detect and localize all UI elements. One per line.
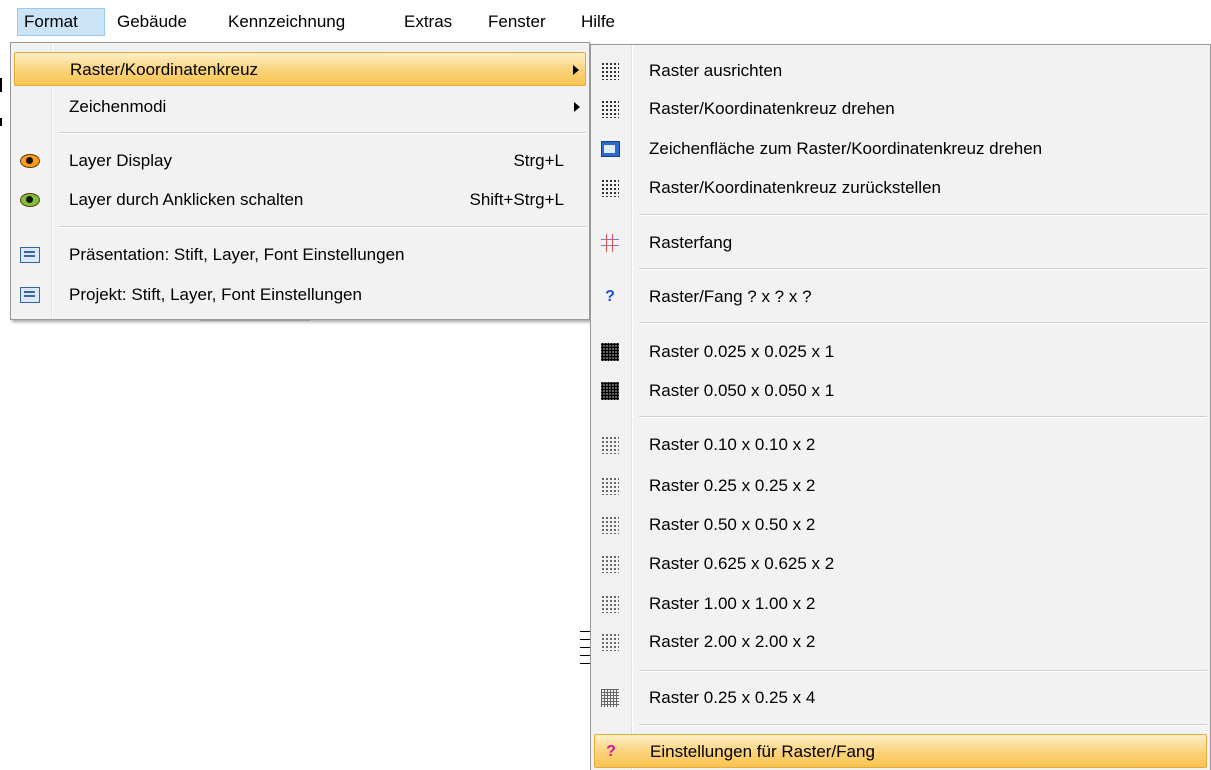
menu-item-raster-025-x4[interactable]: Raster 0.25 x 0.25 x 4	[594, 681, 1207, 715]
grid-snap-icon	[600, 234, 620, 252]
menu-extras[interactable]: Extras	[398, 8, 458, 36]
menu-item-projekt-einstellungen[interactable]: Projekt: Stift, Layer, Font Einstellunge…	[14, 278, 586, 312]
menu-item-raster-025[interactable]: Raster 0.25 x 0.25 x 2	[594, 469, 1207, 503]
menu-item-shortcut: Strg+L	[513, 151, 564, 170]
menu-separator	[639, 416, 1207, 418]
menu-separator	[639, 322, 1207, 324]
menu-item-shortcut: Shift+Strg+L	[469, 190, 564, 209]
menu-item-label: Rasterfang	[649, 233, 733, 252]
menu-item-label: Raster/Koordinatenkreuz	[70, 60, 259, 79]
menu-item-label: Raster/Koordinatenkreuz zurückstellen	[649, 178, 941, 197]
menu-format[interactable]: Format	[17, 8, 105, 36]
menu-item-label: Raster ausrichten	[649, 61, 783, 80]
dot-grid-icon	[600, 633, 620, 651]
dense-grid-icon	[600, 382, 620, 400]
menu-separator	[59, 132, 586, 134]
background-mark	[580, 655, 590, 656]
menu-item-raster-010[interactable]: Raster 0.10 x 0.10 x 2	[594, 428, 1207, 462]
menu-item-label: Raster 0.50 x 0.50 x 2	[649, 515, 816, 534]
menu-item-label: Raster 0.050 x 0.050 x 1	[649, 381, 835, 400]
menu-kennzeichnung[interactable]: Kennzeichnung	[222, 8, 351, 36]
eye-icon	[20, 152, 40, 170]
menu-separator	[639, 670, 1207, 672]
background-mark	[200, 319, 310, 321]
presentation-settings-icon	[20, 246, 40, 264]
menu-separator	[639, 268, 1207, 270]
menu-item-label: Raster 1.00 x 1.00 x 2	[649, 594, 816, 613]
menu-item-einstellungen-raster-fang[interactable]: ? Einstellungen für Raster/Fang	[594, 734, 1207, 768]
menu-bar: Format Gebäude Kennzeichnung Extras Fens…	[0, 0, 1211, 40]
background-mark	[580, 647, 590, 648]
background-mark	[580, 663, 590, 664]
mesh-grid-icon	[600, 689, 620, 707]
menu-item-label: Raster 0.025 x 0.025 x 1	[649, 342, 835, 361]
menu-item-label: Einstellungen für Raster/Fang	[650, 742, 875, 761]
menu-fenster[interactable]: Fenster	[482, 8, 552, 36]
menu-item-label: Raster 0.25 x 0.25 x 2	[649, 476, 816, 495]
menu-item-raster-drehen[interactable]: Raster/Koordinatenkreuz drehen	[594, 92, 1207, 126]
menu-item-raster-zuruecksetzen[interactable]: Raster/Koordinatenkreuz zurückstellen	[594, 171, 1207, 205]
project-settings-icon	[20, 286, 40, 304]
dense-grid-icon	[600, 343, 620, 361]
background-mark	[580, 639, 590, 640]
grid-reset-icon	[600, 179, 620, 197]
menu-item-zeichenflaeche-drehen[interactable]: Zeichenfläche zum Raster/Koordinatenkreu…	[594, 132, 1207, 166]
canvas-rotate-icon	[600, 140, 620, 158]
menu-item-raster-ausrichten[interactable]: Raster ausrichten	[594, 54, 1207, 88]
menu-item-raster-0050[interactable]: Raster 0.050 x 0.050 x 1	[594, 374, 1207, 408]
dot-grid-icon	[600, 436, 620, 454]
menu-item-label: Layer durch Anklicken schalten	[69, 190, 304, 209]
menu-item-zeichenmodi[interactable]: Zeichenmodi	[14, 90, 586, 124]
menu-item-label: Raster 2.00 x 2.00 x 2	[649, 632, 816, 651]
menu-item-raster-200[interactable]: Raster 2.00 x 2.00 x 2	[594, 625, 1207, 659]
menu-item-praesentation-einstellungen[interactable]: Präsentation: Stift, Layer, Font Einstel…	[14, 238, 586, 272]
menu-item-label: Zeichenfläche zum Raster/Koordinatenkreu…	[649, 139, 1043, 158]
menu-item-rasterfang[interactable]: Rasterfang	[594, 226, 1207, 260]
menu-separator	[59, 226, 586, 228]
menu-item-label: Layer Display	[69, 151, 172, 170]
grid-rotate-icon	[600, 100, 620, 118]
menu-item-raster-koordinatenkreuz[interactable]: Raster/Koordinatenkreuz	[14, 52, 586, 86]
menu-item-label: Raster/Koordinatenkreuz drehen	[649, 99, 895, 118]
menu-gebaeude[interactable]: Gebäude	[111, 8, 193, 36]
grid-question-icon: ?	[605, 288, 615, 305]
format-menu: Raster/Koordinatenkreuz Zeichenmodi Laye…	[10, 42, 590, 320]
menu-item-layer-anklicken[interactable]: Layer durch Anklicken schalten Shift+Str…	[14, 183, 586, 217]
menu-separator	[639, 214, 1207, 216]
dot-grid-icon	[600, 555, 620, 573]
menu-separator	[639, 724, 1207, 726]
grid-settings-question-icon: ?	[606, 743, 616, 760]
menu-item-label: Projekt: Stift, Layer, Font Einstellunge…	[69, 285, 362, 304]
menu-item-raster-050[interactable]: Raster 0.50 x 0.50 x 2	[594, 508, 1207, 542]
menu-item-label: Präsentation: Stift, Layer, Font Einstel…	[69, 245, 405, 264]
menu-item-layer-display[interactable]: Layer Display Strg+L	[14, 144, 586, 178]
menu-item-label: Raster 0.25 x 0.25 x 4	[649, 688, 816, 707]
submenu-arrow-icon	[573, 65, 579, 75]
menu-item-raster-100[interactable]: Raster 1.00 x 1.00 x 2	[594, 587, 1207, 621]
dot-grid-icon	[600, 595, 620, 613]
eye-toggle-icon	[20, 191, 40, 209]
menu-item-label: Raster 0.625 x 0.625 x 2	[649, 554, 835, 573]
background-mark	[0, 78, 2, 92]
raster-submenu: Raster ausrichten Raster/Koordinatenkreu…	[590, 44, 1211, 770]
menu-item-label: Zeichenmodi	[69, 97, 167, 116]
menu-item-label: Raster 0.10 x 0.10 x 2	[649, 435, 816, 454]
menu-hilfe[interactable]: Hilfe	[575, 8, 621, 36]
background-mark	[580, 631, 590, 632]
menu-item-raster-fang-unknown[interactable]: ? Raster/Fang ? x ? x ?	[594, 280, 1207, 314]
menu-item-raster-0025[interactable]: Raster 0.025 x 0.025 x 1	[594, 335, 1207, 369]
dot-grid-icon	[600, 516, 620, 534]
dot-grid-icon	[600, 477, 620, 495]
submenu-arrow-icon	[574, 102, 580, 112]
menu-item-raster-0625[interactable]: Raster 0.625 x 0.625 x 2	[594, 547, 1207, 581]
grid-align-icon	[600, 62, 620, 80]
background-mark	[0, 118, 2, 126]
menu-item-label: Raster/Fang ? x ? x ?	[649, 287, 812, 306]
